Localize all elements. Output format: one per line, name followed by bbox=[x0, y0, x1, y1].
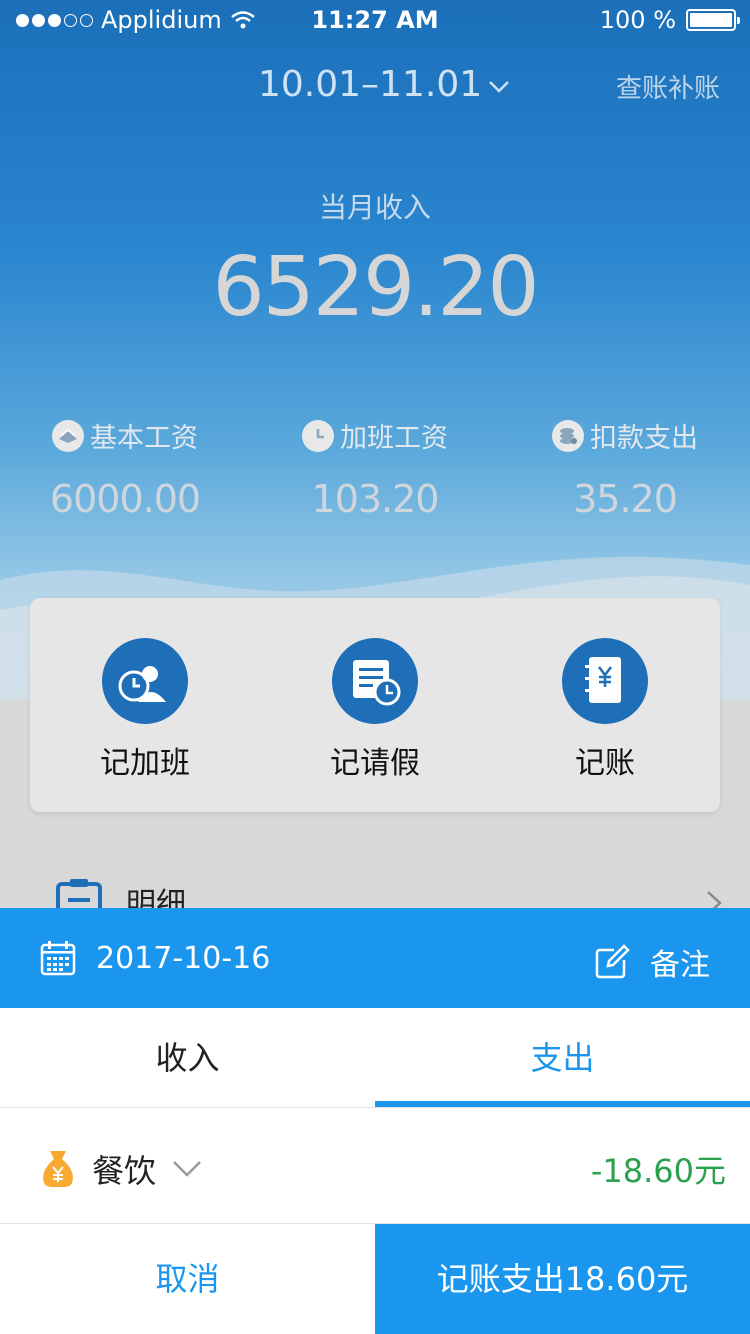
period-label: 10.01–11.01 bbox=[258, 64, 483, 105]
category-selector[interactable]: 餐饮 bbox=[40, 1146, 202, 1192]
record-leave-button[interactable]: 记请假 bbox=[260, 638, 490, 782]
stat-value: 6000.00 bbox=[49, 477, 201, 521]
calendar-icon bbox=[40, 941, 76, 976]
ledger-icon bbox=[585, 657, 621, 703]
clock-icon bbox=[302, 419, 334, 452]
tab-income[interactable]: 收入 bbox=[0, 1008, 375, 1107]
category-label: 餐饮 bbox=[92, 1152, 157, 1190]
record-overtime-button[interactable]: 记加班 bbox=[30, 638, 260, 782]
stat-label: 基本工资 bbox=[90, 423, 198, 454]
money-bag-icon bbox=[43, 1151, 73, 1187]
amount-value[interactable]: -18.60元 bbox=[591, 1146, 726, 1192]
battery-icon bbox=[686, 9, 740, 31]
chevron-down-icon bbox=[489, 80, 510, 93]
date-picker[interactable]: 2017-10-16 bbox=[40, 940, 270, 976]
stat-label: 加班工资 bbox=[340, 423, 448, 454]
battery-percent: 100 % bbox=[599, 6, 676, 34]
sheet-footer: 取消 记账支出18.60元 bbox=[0, 1224, 750, 1334]
period-selector[interactable]: 10.01–11.01 bbox=[258, 64, 510, 105]
confirm-expense-button[interactable]: 记账支出18.60元 bbox=[375, 1224, 750, 1334]
stat-deductions: 扣款支出 35.20 bbox=[500, 416, 750, 521]
stat-value: 35.20 bbox=[573, 477, 678, 521]
action-label: 记加班 bbox=[100, 746, 190, 781]
quick-actions-card: 记加班 记请假 记账 bbox=[30, 598, 720, 812]
stat-overtime-pay: 加班工资 103.20 bbox=[250, 416, 500, 521]
note-label: 备注 bbox=[650, 948, 710, 983]
chevron-down-icon bbox=[173, 1161, 201, 1177]
overtime-icon bbox=[118, 660, 168, 702]
action-label: 记请假 bbox=[330, 746, 420, 781]
leave-icon bbox=[353, 660, 401, 706]
tab-expense[interactable]: 支出 bbox=[375, 1008, 750, 1107]
action-label: 记账 bbox=[575, 746, 635, 781]
stat-base-salary: 基本工资 6000.00 bbox=[0, 416, 250, 521]
entry-sheet-header: 2017-10-16 备注 bbox=[0, 908, 750, 1008]
status-bar: Applidium 11:27 AM 100 % bbox=[0, 0, 750, 40]
audit-link[interactable]: 查账补账 bbox=[616, 68, 720, 105]
coins-icon bbox=[552, 419, 584, 452]
salary-icon bbox=[52, 419, 84, 452]
entry-type-tabs: 收入 支出 bbox=[0, 1008, 750, 1108]
monthly-income-value: 6529.20 bbox=[212, 240, 539, 335]
entry-row: 餐饮 -18.60元 bbox=[0, 1108, 750, 1224]
stat-value: 103.20 bbox=[311, 477, 440, 521]
entry-date: 2017-10-16 bbox=[96, 940, 271, 976]
note-button[interactable]: 备注 bbox=[594, 940, 710, 984]
edit-note-icon bbox=[595, 944, 630, 979]
cancel-button[interactable]: 取消 bbox=[0, 1224, 375, 1334]
record-ledger-button[interactable]: 记账 bbox=[490, 638, 720, 782]
monthly-income-label: 当月收入 bbox=[318, 191, 431, 224]
stat-label: 扣款支出 bbox=[590, 423, 698, 454]
